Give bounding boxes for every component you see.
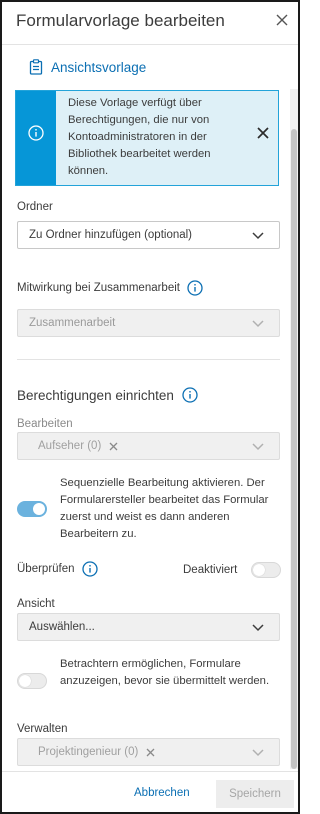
review-toggle[interactable] <box>251 562 281 578</box>
permissions-section-title: Berechtigungen einrichten <box>17 387 198 403</box>
folder-select-value: Zu Ordner hinzufügen (optional) <box>29 229 193 241</box>
folder-select[interactable]: Zu Ordner hinzufügen (optional) <box>17 221 280 249</box>
collaboration-label: Mitwirkung bei Zusammenarbeit <box>17 282 180 294</box>
edit-form-template-panel: Formularvorlage bearbeiten Ansichtsvorla… <box>0 0 300 814</box>
managers-select[interactable]: Projektingenieur (0) <box>17 738 280 766</box>
section-divider <box>17 359 280 360</box>
chevron-down-icon <box>252 749 264 757</box>
view-label: Ansicht <box>17 598 55 610</box>
manager-chip-label: Projektingenieur (0) <box>38 746 139 758</box>
editor-chip-label: Aufseher (0) <box>38 440 102 452</box>
info-banner-text: Diese Vorlage verfügt über Berechtigunge… <box>68 97 211 177</box>
collaboration-label-row: Mitwirkung bei Zusammenarbeit <box>17 280 203 296</box>
close-icon[interactable] <box>272 10 292 30</box>
close-icon[interactable] <box>256 126 270 140</box>
toggle-knob <box>253 564 265 576</box>
sequential-edit-toggle[interactable] <box>17 501 47 517</box>
collaboration-select[interactable]: Zusammenarbeit <box>17 309 280 337</box>
viewers-select[interactable]: Auswählen... <box>17 613 280 641</box>
collaboration-select-value: Zusammenarbeit <box>29 317 116 329</box>
remove-icon[interactable] <box>146 748 155 757</box>
panel-footer: Abbrechen Speichern <box>2 772 298 812</box>
permissions-title: Berechtigungen einrichten <box>17 387 174 403</box>
view-template-label: Ansichtsvorlage <box>51 59 147 75</box>
chevron-down-icon <box>252 624 264 632</box>
info-icon[interactable] <box>187 280 203 296</box>
subnav: Ansichtsvorlage <box>2 45 298 89</box>
viewers-select-value: Auswählen... <box>29 621 95 633</box>
folder-label: Ordner <box>17 201 53 213</box>
info-banner: Diese Vorlage verfügt über Berechtigunge… <box>15 90 279 186</box>
review-label: Überprüfen <box>17 563 75 575</box>
chevron-down-icon <box>252 232 264 240</box>
chevron-down-icon <box>252 443 264 451</box>
viewers-preview-text: Betrachtern ermöglichen, Formulare anzuz… <box>60 658 270 687</box>
manage-label: Verwalten <box>17 723 68 735</box>
editors-select[interactable]: Aufseher (0) <box>17 432 280 460</box>
manager-chip: Projektingenieur (0) <box>38 746 155 758</box>
toggle-knob <box>19 675 31 687</box>
cancel-button[interactable]: Abbrechen <box>134 787 190 799</box>
sequential-edit-text: Sequenzielle Bearbeitung aktivieren. Der… <box>60 477 269 540</box>
viewers-preview-toggle[interactable] <box>17 673 47 689</box>
view-template-link[interactable]: Ansichtsvorlage <box>29 59 146 75</box>
chevron-down-icon <box>252 320 264 328</box>
edit-label: Bearbeiten <box>17 418 73 430</box>
toggle-knob <box>33 503 45 515</box>
form-content: Diese Vorlage verfügt über Berechtigunge… <box>2 89 298 769</box>
page-title: Formularvorlage bearbeiten <box>16 11 225 30</box>
scrollbar[interactable] <box>290 89 298 769</box>
info-icon <box>28 125 44 141</box>
panel-header: Formularvorlage bearbeiten <box>2 2 298 44</box>
review-label-row: Überprüfen <box>17 561 98 577</box>
scrollbar-thumb[interactable] <box>291 129 297 769</box>
clipboard-icon <box>29 59 43 75</box>
remove-icon[interactable] <box>109 442 118 451</box>
save-button[interactable]: Speichern <box>216 780 294 808</box>
review-status: Deaktiviert <box>183 564 238 576</box>
editor-chip: Aufseher (0) <box>38 440 118 452</box>
info-icon[interactable] <box>182 387 198 403</box>
info-icon[interactable] <box>81 561 98 577</box>
info-banner-bar <box>16 91 56 185</box>
